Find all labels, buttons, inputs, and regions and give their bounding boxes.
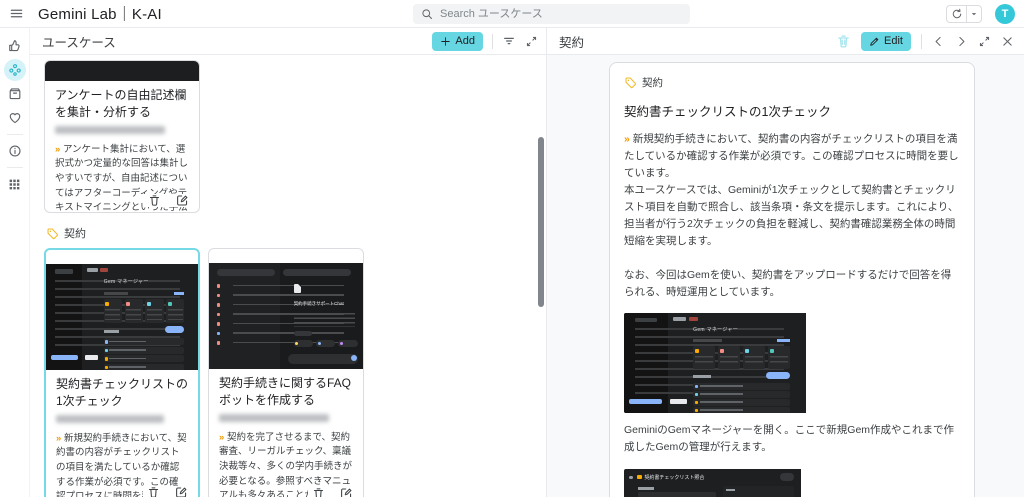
card-title: 契約書チェックリストの1次チェック xyxy=(56,376,188,410)
search-icon xyxy=(421,8,433,20)
card-author-redacted xyxy=(219,414,329,422)
expand-panel-icon[interactable] xyxy=(525,35,538,48)
use-cases-icon xyxy=(8,63,22,77)
rail-item-info[interactable] xyxy=(4,140,26,162)
detail-paragraph: なお、今回はGemを使い、契約書をアップロードするだけで回答を得られる、時短運用… xyxy=(624,267,960,301)
list-scrollbar-thumb[interactable] xyxy=(538,137,544,307)
search-box[interactable] xyxy=(413,4,690,24)
list-panel-title: ユースケース xyxy=(42,32,116,51)
app-title: Gemini Lab｜K-AI xyxy=(38,3,162,24)
rail-divider xyxy=(7,134,23,135)
detail-panel-title: 契約 xyxy=(559,32,584,51)
edit-card-icon[interactable] xyxy=(340,487,353,497)
detail-tag-label: 契約 xyxy=(642,75,663,90)
apps-grid-icon xyxy=(8,178,21,191)
use-case-card[interactable]: 契約手続きサポートChat 契約手続きに関するFAQボットを作成する » 契約を… xyxy=(208,248,364,497)
delete-use-case-icon[interactable] xyxy=(836,34,851,49)
info-icon xyxy=(8,144,22,158)
next-item-icon[interactable] xyxy=(955,35,968,48)
detail-card: 契約 契約書チェックリストの1次チェック » 新規契約手続きにおいて、契約書の内… xyxy=(609,62,975,497)
tag-icon xyxy=(46,227,59,240)
rail-item-package[interactable] xyxy=(4,83,26,105)
sync-split-button xyxy=(946,5,982,23)
app-window: Gemini Lab｜K-AI T xyxy=(0,0,1024,497)
rail-item-use-cases[interactable] xyxy=(4,59,26,81)
detail-body: 契約 契約書チェックリストの1次チェック » 新規契約手続きにおいて、契約書の内… xyxy=(547,55,1024,497)
use-case-list-panel: ユースケース Add xyxy=(30,28,546,497)
menu-icon[interactable] xyxy=(9,6,24,21)
use-case-card-selected[interactable]: Gem マネージャー 契約書チェックリストの1次チェック » 新規契約手続きにお… xyxy=(44,248,200,497)
card-thumbnail: 契約手続きサポートChat xyxy=(209,249,363,369)
detail-caption: GeminiのGemマネージャーを開く。ここで新規Gem作成やこれまで作成したG… xyxy=(624,422,960,456)
plus-icon xyxy=(440,36,451,47)
detail-heading: 契約書チェックリストの1次チェック xyxy=(624,101,960,120)
pencil-icon xyxy=(869,36,880,47)
card-title: アンケートの自由記述欄を集計・分析する xyxy=(55,87,189,121)
topbar: Gemini Lab｜K-AI T xyxy=(0,0,1024,28)
rail-item-heart[interactable] xyxy=(4,107,26,129)
heart-icon xyxy=(8,111,22,125)
rail-item-thumbs-up[interactable] xyxy=(4,35,26,57)
section-label: 契約 xyxy=(64,225,86,241)
detail-paragraph: 本ユースケースでは、Geminiが1次チェックとして契約書とチェックリスト項目を… xyxy=(624,182,960,250)
search-input[interactable] xyxy=(440,8,682,20)
section-row: 契約 xyxy=(46,225,546,241)
avatar[interactable]: T xyxy=(995,4,1015,24)
expand-detail-icon[interactable] xyxy=(978,35,991,48)
delete-card-icon[interactable] xyxy=(148,194,161,207)
delete-card-icon[interactable] xyxy=(147,486,160,497)
card-title: 契約手続きに関するFAQボットを作成する xyxy=(219,375,353,409)
refresh-dropdown-icon[interactable] xyxy=(966,6,981,22)
header-divider xyxy=(492,34,493,49)
detail-paragraph: » 新規契約手続きにおいて、契約書の内容がチェックリストの項目を満たしているか確… xyxy=(624,131,960,182)
rail-divider xyxy=(7,167,23,168)
add-button[interactable]: Add xyxy=(432,32,483,51)
detail-screenshot-gem-create: 契約書チェックリスト照合 契約書チェックリスト照合 xyxy=(624,469,960,497)
card-thumbnail: Gem マネージャー xyxy=(46,250,198,370)
delete-card-icon[interactable] xyxy=(312,487,325,497)
rail-item-apps-grid[interactable] xyxy=(4,173,26,195)
card-author-redacted xyxy=(56,415,164,423)
detail-screenshot-gem-manager: Gem マネージャー xyxy=(624,313,960,413)
prev-item-icon[interactable] xyxy=(932,35,945,48)
card-thumbnail-cropped xyxy=(45,61,199,81)
list-panel-header: ユースケース Add xyxy=(30,28,546,55)
edit-card-icon[interactable] xyxy=(176,194,189,207)
detail-panel: 契約 Edit xyxy=(546,28,1024,497)
filter-icon[interactable] xyxy=(502,34,516,48)
use-case-card[interactable]: アンケートの自由記述欄を集計・分析する » アンケート集計において、選択式かつ定… xyxy=(44,60,200,213)
icon-rail xyxy=(0,28,30,497)
card-author-redacted xyxy=(55,126,165,134)
edit-card-icon[interactable] xyxy=(175,486,188,497)
tag-icon xyxy=(624,76,637,89)
use-case-card-grid: アンケートの自由記述欄を集計・分析する » アンケート集計において、選択式かつ定… xyxy=(30,55,546,497)
refresh-icon[interactable] xyxy=(947,6,966,22)
package-icon xyxy=(8,87,22,101)
header-divider xyxy=(921,34,922,49)
close-detail-icon[interactable] xyxy=(1001,35,1014,48)
detail-panel-header: 契約 Edit xyxy=(547,28,1024,55)
thumbs-up-icon xyxy=(8,39,22,53)
detail-tag-row: 契約 xyxy=(624,75,960,90)
edit-button[interactable]: Edit xyxy=(861,32,911,51)
